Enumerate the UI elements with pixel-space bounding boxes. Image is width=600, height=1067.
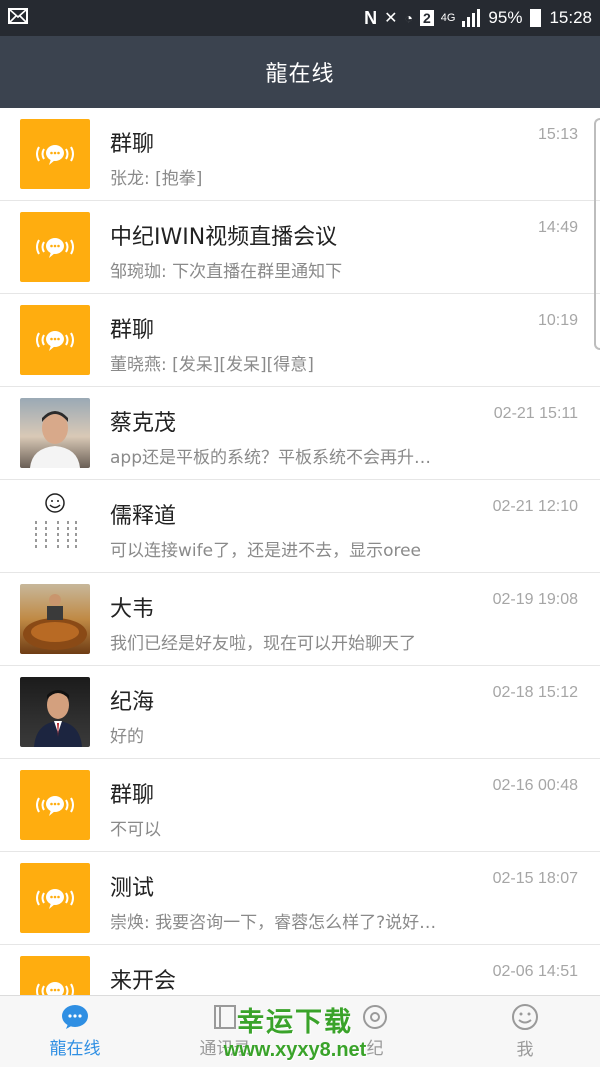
group-chat-icon: [20, 863, 90, 933]
conversation-name: 纪海: [110, 690, 155, 715]
conversation-name: 儒释道: [110, 504, 177, 529]
conversation-list[interactable]: 群聊 张龙: [抱拳] 15:13 中纪IWIN视频直播会议 邹琬珈: 下次直播…: [0, 108, 600, 995]
conversation-name: 大韦: [110, 597, 155, 622]
conversation-name: 测试: [110, 876, 155, 901]
group-chat-icon: [20, 119, 90, 189]
tab-label: 龍在线: [49, 1039, 101, 1059]
conversation-time: 02-19 19:08: [492, 591, 578, 608]
tab-label: 纪: [366, 1039, 384, 1059]
page-title: 龍在线: [265, 62, 335, 87]
signal-bars-icon: [462, 9, 481, 27]
conversation-preview: app还是平板的系统？平板系统不会再升…: [110, 448, 431, 468]
conversation-preview: 好的: [110, 727, 144, 747]
calligraphy-avatar: [20, 491, 90, 561]
bottom-tab-bar: 龍在线 通讯录 纪 我: [0, 995, 600, 1067]
scroll-edge-indicator: [594, 118, 600, 350]
group-chat-icon: [20, 305, 90, 375]
contacts-book-icon: [214, 1005, 236, 1029]
user-avatar-photo: [20, 398, 90, 468]
conversation-preview: 董晓燕: [发呆][发呆][得意]: [110, 355, 314, 375]
conversation-time: 02-06 14:51: [492, 963, 578, 980]
conversation-time: 02-18 15:12: [492, 684, 578, 701]
conversation-name: 群聊: [110, 783, 155, 808]
conversation-time: 02-16 00:48: [492, 777, 578, 794]
conversation-time: 10:19: [537, 312, 578, 329]
conversation-preview: 不可以: [110, 820, 161, 840]
status-right: N ✕ ◔ 2 4G 95% 15:28: [364, 0, 592, 36]
conversation-preview: 崇焕: 我要咨询一下，睿蓉怎么样了?说好…: [110, 913, 437, 933]
tab-chats[interactable]: 龍在线: [0, 996, 150, 1067]
nfc-icon: N: [364, 7, 378, 28]
mute-icon: ✕: [384, 10, 398, 27]
mail-icon: [8, 8, 28, 24]
conversation-row[interactable]: 来开会 02-06 14:51: [0, 945, 600, 995]
conversation-preview: 可以连接wife了，还是进不去，显示oree: [110, 541, 422, 561]
conversation-row[interactable]: 大韦 我们已经是好友啦，现在可以开始聊天了 02-19 19:08: [0, 573, 600, 666]
user-avatar-photo: [20, 584, 90, 654]
battery-percent: 95%: [488, 8, 523, 27]
group-chat-icon: [20, 770, 90, 840]
tab-label: 我: [516, 1040, 534, 1060]
network-label: 4G: [440, 12, 456, 24]
conversation-row[interactable]: 纪海 好的 02-18 15:12: [0, 666, 600, 759]
conversation-name: 群聊: [110, 318, 155, 343]
tab-label: 通讯录: [199, 1039, 251, 1059]
conversation-row[interactable]: 群聊 不可以 02-16 00:48: [0, 759, 600, 852]
conversation-time: 14:49: [537, 219, 578, 236]
conversation-time: 15:13: [537, 126, 578, 143]
conversation-time: 02-15 18:07: [492, 870, 578, 887]
conversation-time: 02-21 12:10: [492, 498, 578, 515]
title-bar: 龍在线: [0, 36, 600, 108]
chat-bubble-icon: [62, 1005, 88, 1029]
group-chat-icon: [20, 212, 90, 282]
tab-discover[interactable]: 纪: [300, 996, 450, 1067]
user-avatar-photo: [20, 677, 90, 747]
smiley-face-icon: [512, 1004, 538, 1030]
conversation-name: 群聊: [110, 132, 155, 157]
clock: 15:28: [549, 8, 592, 27]
conversation-name: 蔡克茂: [110, 411, 177, 436]
wifi-icon: ◔: [404, 10, 413, 26]
discover-icon: [363, 1005, 387, 1029]
conversation-row[interactable]: 测试 崇焕: 我要咨询一下，睿蓉怎么样了?说好… 02-15 18:07: [0, 852, 600, 945]
conversation-preview: 张龙: [抱拳]: [110, 169, 203, 189]
conversation-row[interactable]: 中纪IWIN视频直播会议 邹琬珈: 下次直播在群里通知下 14:49: [0, 201, 600, 294]
tab-contacts[interactable]: 通讯录: [150, 996, 300, 1067]
conversation-row[interactable]: 儒释道 可以连接wife了，还是进不去，显示oree 02-21 12:10: [0, 480, 600, 573]
conversation-preview: 邹琬珈: 下次直播在群里通知下: [110, 262, 343, 282]
battery-icon: [530, 9, 542, 27]
conversation-time: 02-21 15:11: [493, 405, 578, 422]
tab-me[interactable]: 我: [450, 996, 600, 1067]
group-chat-icon: [20, 956, 90, 995]
conversation-row[interactable]: 蔡克茂 app还是平板的系统？平板系统不会再升… 02-21 15:11: [0, 387, 600, 480]
conversation-row[interactable]: 群聊 张龙: [抱拳] 15:13: [0, 108, 600, 201]
status-bar: N ✕ ◔ 2 4G 95% 15:28: [0, 0, 600, 36]
conversation-row[interactable]: 群聊 董晓燕: [发呆][发呆][得意] 10:19: [0, 294, 600, 387]
conversation-name: 中纪IWIN视频直播会议: [110, 225, 338, 250]
sim-badge: 2: [419, 10, 434, 26]
conversation-name: 来开会: [110, 969, 177, 994]
conversation-preview: 我们已经是好友啦，现在可以开始聊天了: [110, 634, 416, 654]
